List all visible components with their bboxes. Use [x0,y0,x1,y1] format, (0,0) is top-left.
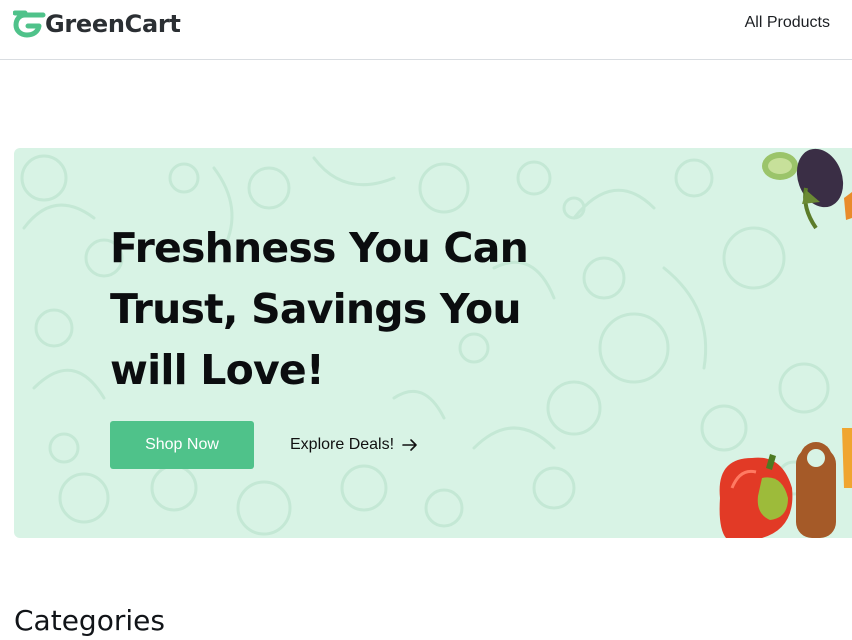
explore-deals-label: Explore Deals! [290,436,395,453]
categories-title: Categories [14,604,165,637]
shop-now-button[interactable]: Shop Now [110,421,254,469]
g-leaf-icon [13,10,46,38]
explore-deals-link[interactable]: Explore Deals! [290,433,418,457]
site-header: GreenCart All Products [0,0,852,60]
brand-name: GreenCart [45,10,181,38]
cucumber-eggplant-icon [762,148,852,230]
brand-logo[interactable]: GreenCart [13,8,181,40]
hero-headline: Freshness You Can Trust, Savings You wil… [110,224,529,394]
arrow-right-icon [402,439,417,451]
nav-all-products[interactable]: All Products [745,14,830,32]
hero-banner: Freshness You Can Trust, Savings You wil… [14,148,852,538]
bell-pepper-cutting-board-icon [719,428,852,538]
